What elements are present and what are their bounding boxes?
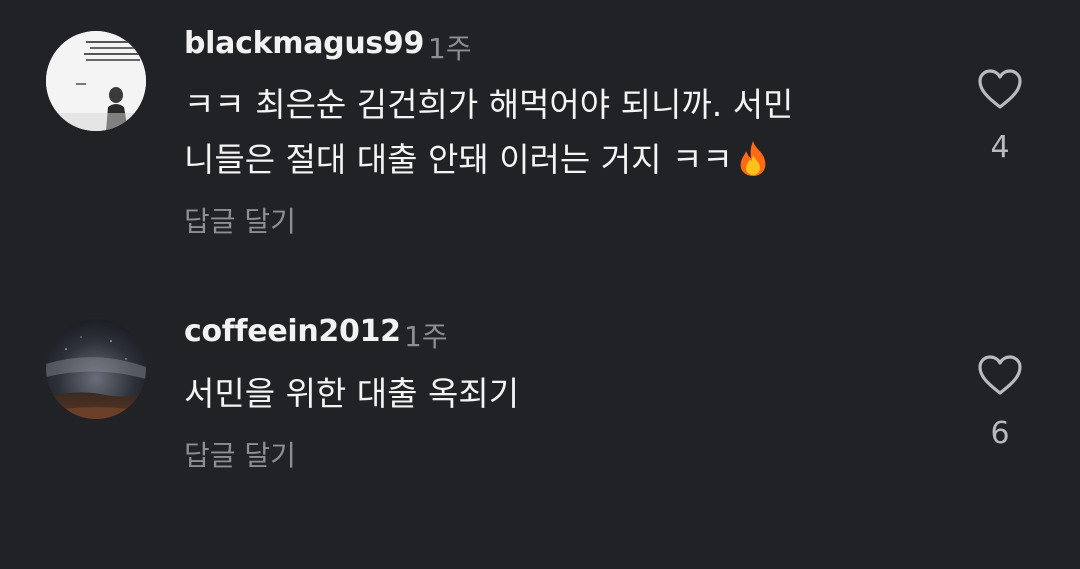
heart-icon xyxy=(978,69,1022,109)
reply-button[interactable]: 답글 달기 xyxy=(184,434,296,474)
comment-text-line: 서민을 위한 대출 옥죄기 xyxy=(184,374,520,413)
comment-time: 1주 xyxy=(428,32,472,65)
comment-item: blackmagus99 1주 ㅋㅋ 최은순 김건희가 해먹어야 되니까. 서민… xyxy=(0,0,1080,280)
comment-text-segment: 니들은 절대 대출 안돼 이러는 거지 ㅋㅋ xyxy=(184,140,733,179)
comment-item: coffeein2012 1주 서민을 위한 대출 옥죄기 답글 달기 6 xyxy=(0,290,1080,569)
avatar[interactable] xyxy=(46,319,146,419)
heart-icon xyxy=(978,355,1022,395)
reply-button[interactable]: 답글 달기 xyxy=(184,200,296,240)
fire-emoji-icon xyxy=(735,138,771,193)
comment-username[interactable]: blackmagus99 xyxy=(184,26,424,61)
comment-username[interactable]: coffeein2012 xyxy=(184,314,401,349)
comment-text-line: ㅋㅋ 최은순 김건희가 해먹어야 되니까. 서민 xyxy=(184,85,794,124)
like-count: 4 xyxy=(990,130,1010,165)
comments-screen: blackmagus99 1주 ㅋㅋ 최은순 김건희가 해먹어야 되니까. 서민… xyxy=(0,0,1080,569)
like-button[interactable]: 4 xyxy=(975,68,1025,165)
comment-text: 서민을 위한 대출 옥죄기 xyxy=(184,366,519,421)
comment-text-line: 니들은 절대 대출 안돼 이러는 거지 ㅋㅋ xyxy=(184,132,793,193)
like-button[interactable]: 6 xyxy=(975,354,1025,451)
like-count: 6 xyxy=(990,416,1010,451)
comment-text: ㅋㅋ 최은순 김건희가 해먹어야 되니까. 서민 니들은 절대 대출 안돼 이러… xyxy=(184,77,793,193)
avatar[interactable] xyxy=(46,31,146,131)
comment-time: 1주 xyxy=(404,320,448,353)
